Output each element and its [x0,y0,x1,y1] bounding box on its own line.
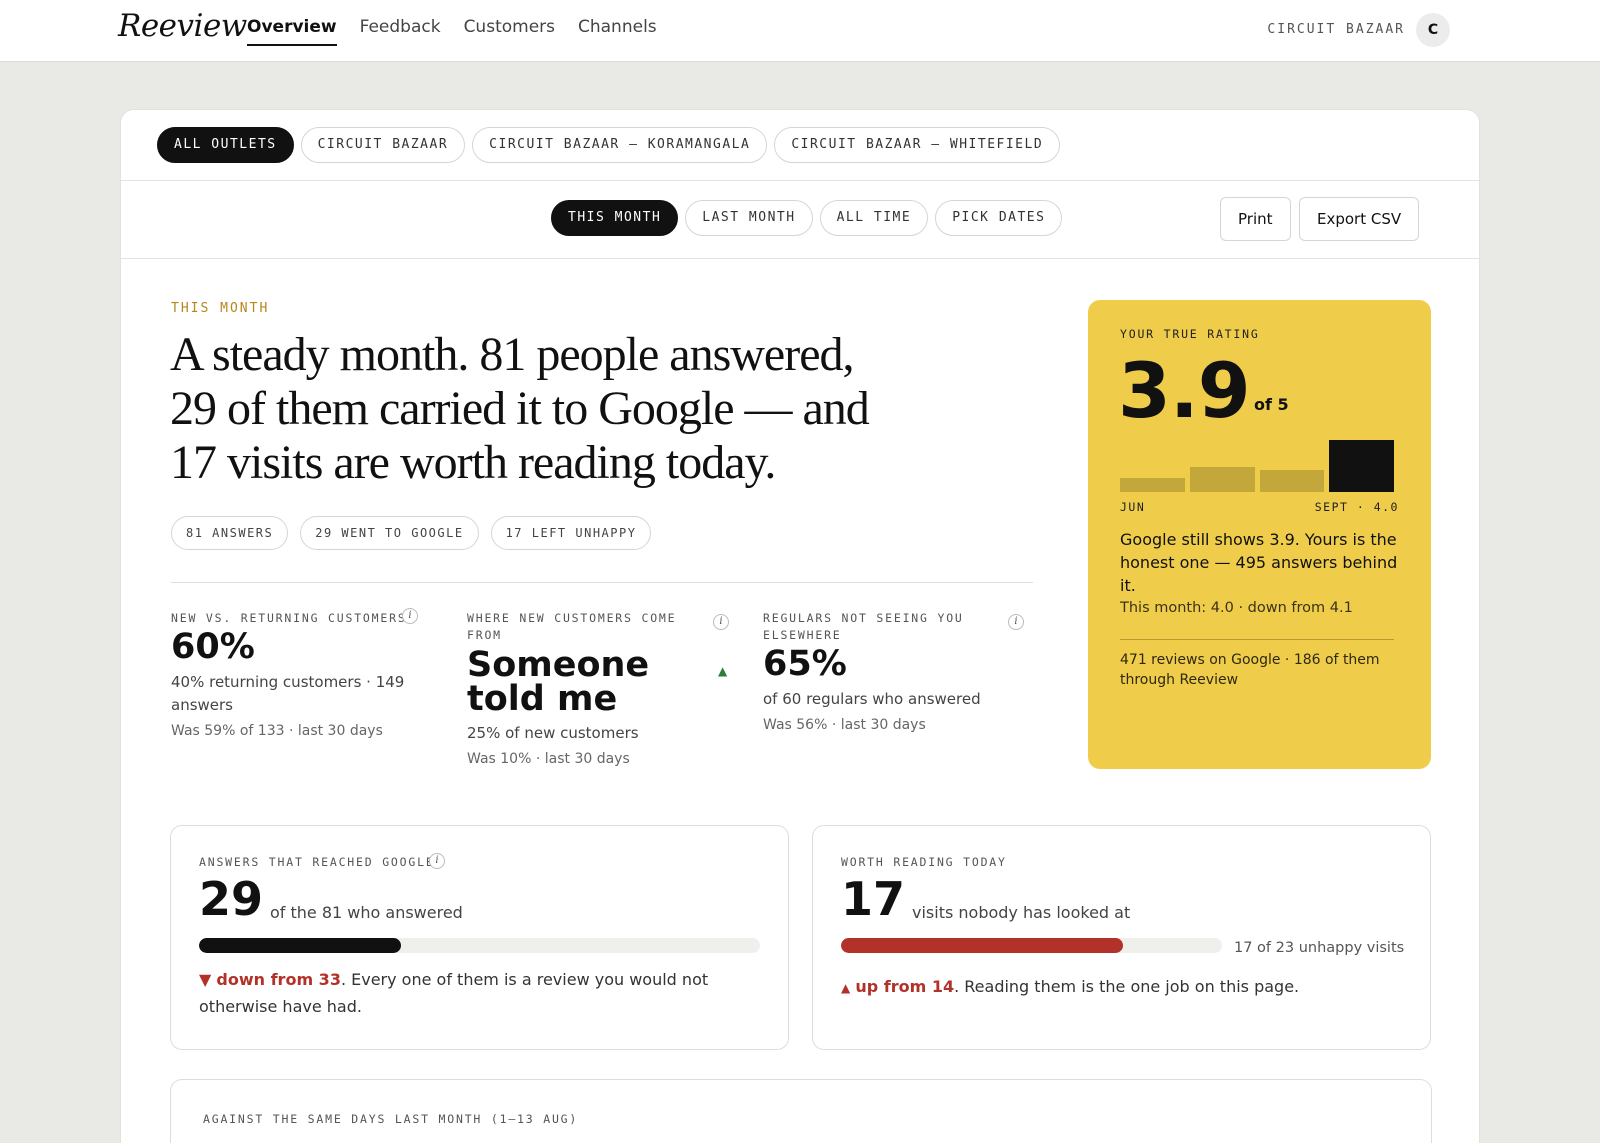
period-pick-dates[interactable]: PICK DATES [935,200,1063,236]
period-this-month[interactable]: THIS MONTH [551,200,679,236]
rating-month-line: This month: 4.0 · down from 4.1 [1120,600,1353,616]
summary-pills: 81 ANSWERS 29 WENT TO GOOGLE 17 LEFT UNH… [171,516,663,550]
stat-sub: of 60 regulars who answered [763,690,981,708]
trend-up-icon: ▲ [841,981,851,995]
reading-progress-bar [841,938,1222,953]
nav-channels[interactable]: Channels [578,0,657,46]
pill-went-to-google: 29 WENT TO GOOGLE [300,516,479,550]
rating-bar-sept [1329,440,1394,492]
stat-was: Was 59% of 133 · last 30 days [171,723,383,739]
comparison-card: AGAINST THE SAME DAYS LAST MONTH (1–13 A… [170,1079,1432,1143]
card-value: 17 [841,872,906,926]
outlet-chip-circuit-bazaar[interactable]: CIRCUIT BAZAAR [300,127,466,163]
info-icon[interactable]: i [1008,614,1024,630]
rating-axis-end: SEPT · 4.0 [1314,500,1399,514]
outlet-filter: ALL OUTLETS CIRCUIT BAZAAR CIRCUIT BAZAA… [157,127,1067,163]
progress-side-text: 17 of 23 unhappy visits [1234,940,1405,956]
note-text: . Reading them is the one job on this pa… [954,977,1300,996]
card-note: ▼ down from 33. Every one of them is a r… [199,966,759,1020]
card-note: ▲ up from 14. Reading them is the one jo… [841,973,1401,1002]
stat-value: 65% [763,644,847,684]
true-rating-card: YOUR TRUE RATING 3.9 of 5 JUN SEPT · 4.0… [1088,300,1431,769]
trend-up-icon: ▲ [718,664,728,678]
export-csv-button[interactable]: Export CSV [1299,197,1420,241]
stat-label: REGULARS NOT SEEING YOU ELSEWHERE [763,611,964,642]
stat-sub: 25% of new customers [467,724,639,742]
nav-customers[interactable]: Customers [464,0,555,46]
stat-new-customer-source: WHERE NEW CUSTOMERS COME FROM i Someone … [467,610,729,767]
outlet-chip-koramangala[interactable]: CIRCUIT BAZAAR — KORAMANGALA [472,127,768,163]
top-nav-bar: Reeview Overview Feedback Customers Chan… [0,0,1600,62]
stat-was: Was 10% · last 30 days [467,751,630,767]
divider [1120,639,1394,640]
period-last-month[interactable]: LAST MONTH [685,200,813,236]
nav-feedback[interactable]: Feedback [360,0,441,46]
info-icon[interactable]: i [402,608,418,624]
divider [121,258,1479,259]
progress-fill [841,938,1123,953]
stat-regulars: REGULARS NOT SEEING YOU ELSEWHERE i 65% … [763,610,1025,733]
card-value-text: of the 81 who answered [270,903,463,922]
rating-score: 3.9 [1118,346,1251,435]
period-filter: THIS MONTH LAST MONTH ALL TIME PICK DATE… [551,200,1069,236]
divider [171,582,1033,583]
info-icon[interactable]: i [429,853,445,869]
google-progress-bar [199,938,760,953]
rating-bar-jul [1189,467,1255,492]
outlet-chip-all[interactable]: ALL OUTLETS [157,127,294,163]
card-label: WORTH READING TODAY [841,855,1007,869]
google-answers-card: ANSWERS THAT REACHED GOOGLE i 29 of the … [170,825,789,1050]
divider [121,180,1479,181]
overview-card: ALL OUTLETS CIRCUIT BAZAAR CIRCUIT BAZAA… [120,109,1480,1143]
pill-left-unhappy: 17 LEFT UNHAPPY [490,516,652,550]
card-label: ANSWERS THAT REACHED GOOGLE [199,855,435,869]
progress-fill [199,938,401,953]
stat-label: NEW VS. RETURNING CUSTOMERS [171,611,407,625]
summary-headline: A steady month. 81 people answered, 29 o… [170,328,870,489]
stat-was: Was 56% · last 30 days [763,717,926,733]
rating-explainer: Google still shows 3.9. Yours is the hon… [1120,530,1398,595]
change-text: up from 14 [855,977,955,996]
period-all-time[interactable]: ALL TIME [819,200,929,236]
rating-axis-start: JUN [1120,500,1146,514]
rating-bar-aug [1259,470,1325,492]
rating-history-chart [1120,440,1394,492]
stat-new-vs-returning: NEW VS. RETURNING CUSTOMERS i 60% 40% re… [171,608,433,739]
card-label: AGAINST THE SAME DAYS LAST MONTH (1–13 A… [203,1112,579,1126]
change-text: down from 33 [216,970,341,989]
rating-label: YOUR TRUE RATING [1120,327,1260,341]
print-button[interactable]: Print [1220,197,1291,241]
avatar[interactable]: C [1416,13,1450,47]
store-name: CIRCUIT BAZAAR [1267,22,1405,37]
card-value: 29 [199,872,264,926]
section-eyebrow: THIS MONTH [171,301,270,316]
stat-value: 60% [171,627,255,667]
main-nav: Overview Feedback Customers Channels [247,0,680,62]
stat-sub: 40% returning customers · 149 answers [171,673,405,714]
card-value-text: visits nobody has looked at [912,903,1131,922]
trend-down-icon: ▼ [199,970,212,989]
rating-bar-jun [1120,478,1185,492]
worth-reading-card[interactable]: WORTH READING TODAY 17 visits nobody has… [812,825,1431,1050]
stat-value: Someone told me [467,645,650,719]
pill-answers: 81 ANSWERS [171,516,289,550]
info-icon[interactable]: i [713,614,729,630]
stat-label: WHERE NEW CUSTOMERS COME FROM [467,611,677,642]
nav-overview[interactable]: Overview [247,0,337,46]
rating-footer: 471 reviews on Google · 186 of them thro… [1120,652,1380,688]
rating-of: of 5 [1254,395,1289,414]
reeview-logo[interactable]: Reeview [118,8,247,44]
outlet-chip-whitefield[interactable]: CIRCUIT BAZAAR — WHITEFIELD [774,127,1061,163]
